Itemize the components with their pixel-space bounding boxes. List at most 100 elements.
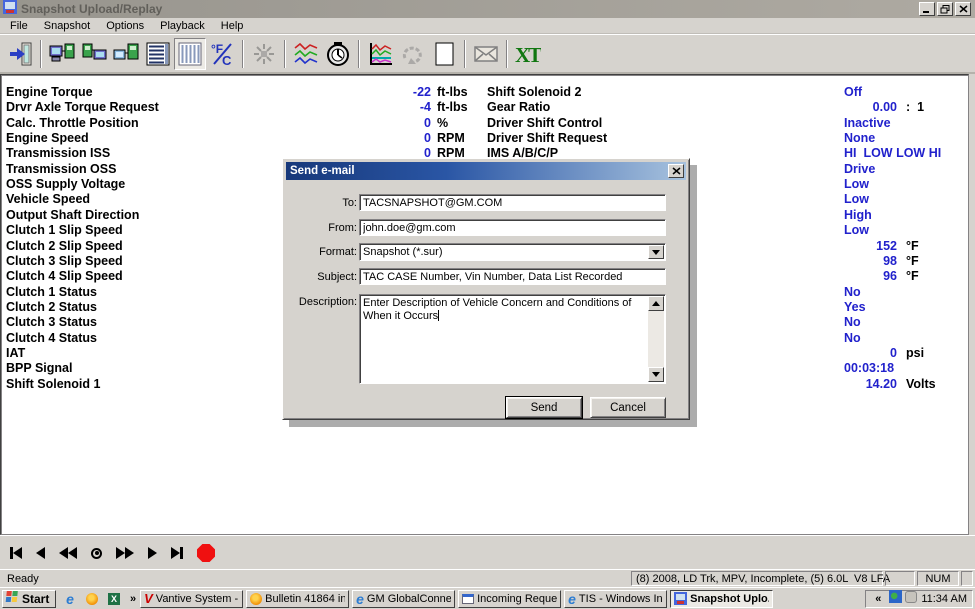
rewind-button[interactable] — [59, 547, 77, 559]
taskbar-button-label: GM GlobalConnec... — [367, 593, 451, 605]
record-center-button[interactable] — [91, 548, 102, 559]
parameter-label: Calc. Throttle Position — [6, 116, 139, 130]
menu-file[interactable]: File — [2, 20, 36, 32]
excel-icon[interactable]: X — [106, 591, 122, 607]
stop-button[interactable] — [197, 544, 215, 562]
parameter-value: Yes — [844, 300, 866, 314]
lotus-notes-icon[interactable] — [84, 591, 100, 607]
scroll-down-icon[interactable] — [648, 367, 664, 382]
taskbar-button-label: Vantive System -... — [156, 593, 239, 605]
close-button[interactable] — [955, 2, 971, 16]
taskbar-button[interactable]: Bulletin 41864 in ... — [246, 590, 349, 608]
taskbar-button[interactable]: Snapshot Uplo... — [670, 590, 773, 608]
parameter-unit: : 1 — [906, 100, 924, 114]
download-snapshot-icon[interactable] — [110, 38, 142, 70]
email-icon[interactable] — [470, 38, 502, 70]
data-row: Engine Speed0RPMDriver Shift RequestNone — [1, 131, 966, 146]
blank-page-icon[interactable] — [428, 38, 460, 70]
taskbar-button-label: Snapshot Uplo... — [690, 593, 769, 605]
snapshot-app-icon — [674, 592, 687, 605]
parameter-label: Drvr Axle Torque Request — [6, 100, 159, 114]
description-field[interactable]: Enter Description of Vehicle Concern and… — [359, 294, 666, 384]
parameter-label: Clutch 2 Slip Speed — [6, 239, 123, 253]
parameter-label: Transmission ISS — [6, 146, 110, 160]
tools-icon[interactable]: XT — [512, 38, 544, 70]
from-field[interactable] — [359, 219, 666, 236]
parameter-label: BPP Signal — [6, 361, 72, 375]
step-back-button[interactable] — [36, 547, 45, 559]
format-dropdown[interactable]: Snapshot (*.sur) — [359, 243, 666, 261]
text-caret — [438, 310, 439, 321]
line-graph-icon[interactable] — [290, 38, 322, 70]
parameter-label: Engine Torque — [6, 85, 93, 99]
playback-bar: Transmission Data Center Trigger Range (… — [0, 535, 975, 569]
app-titlebar[interactable]: Snapshot Upload/Replay — [0, 0, 975, 18]
taskbar-button-label: TIS - Windows In... — [579, 593, 663, 605]
dialog-close-button[interactable] — [668, 164, 684, 178]
skip-start-button[interactable] — [10, 547, 22, 559]
tray-clock: 11:34 AM — [921, 593, 967, 605]
fast-forward-button[interactable] — [116, 547, 134, 559]
step-forward-button[interactable] — [148, 547, 157, 559]
parameter-unit: °F — [906, 254, 919, 268]
subject-field[interactable] — [359, 268, 666, 285]
taskbar-button-label: Incoming Reques... — [477, 593, 557, 605]
menu-options[interactable]: Options — [98, 20, 152, 32]
skip-end-button[interactable] — [171, 547, 183, 559]
data-row: Engine Torque-22ft-lbsShift Solenoid 2Of… — [1, 85, 966, 100]
parameter-label: IAT — [6, 346, 25, 360]
parameter-value: 0 — [844, 346, 897, 360]
cancel-button[interactable]: Cancel — [590, 397, 666, 418]
dropdown-arrow-icon[interactable] — [648, 245, 664, 259]
status-pane-blank2 — [961, 571, 973, 586]
send-button[interactable]: Send — [506, 397, 582, 418]
transfer-snapshot-icon[interactable] — [78, 38, 110, 70]
parameter-value: Drive — [844, 162, 875, 176]
scroll-up-icon[interactable] — [648, 296, 664, 311]
menu-playback[interactable]: Playback — [152, 20, 213, 32]
taskbar-button[interactable]: Incoming Reques... — [458, 590, 561, 608]
vantive-icon: V — [144, 591, 153, 606]
to-field[interactable] — [359, 194, 666, 211]
taskbar-button[interactable]: eGM GlobalConnec... — [352, 590, 455, 608]
menu-bar: FileSnapshotOptionsPlaybackHelp — [0, 18, 975, 34]
playback-buttons — [10, 544, 215, 562]
system-tray: « 11:34 AM — [865, 590, 973, 608]
send-email-dialog: Send e-mail To: From: Format: Snapshot (… — [282, 158, 690, 420]
minimize-button[interactable] — [919, 2, 935, 16]
parameter-value: -4 — [346, 100, 431, 114]
internet-explorer-icon: e — [356, 592, 364, 606]
data-list-columns-icon[interactable] — [174, 38, 206, 70]
quick-launch-overflow[interactable]: » — [126, 593, 140, 605]
parameter-label: Vehicle Speed — [6, 192, 90, 206]
menu-help[interactable]: Help — [213, 20, 252, 32]
parameter-label: Clutch 2 Status — [6, 300, 97, 314]
restore-button[interactable] — [937, 2, 953, 16]
parameter-value: 98 — [844, 254, 897, 268]
parameter-value: 14.20 — [844, 377, 897, 391]
svg-text:XT: XT — [515, 43, 541, 67]
internet-explorer-icon[interactable]: e — [62, 591, 78, 607]
gauge-icon[interactable] — [322, 38, 354, 70]
parameter-value: No — [844, 285, 861, 299]
data-list-rows-icon[interactable] — [142, 38, 174, 70]
status-vehicle-info: (8) 2008, LD Trk, MPV, Incomplete, (5) 6… — [631, 571, 883, 586]
exit-icon[interactable] — [4, 38, 36, 70]
start-button[interactable]: Start — [2, 590, 56, 608]
parameter-label: Driver Shift Request — [487, 131, 607, 145]
multi-graph-icon[interactable] — [364, 38, 396, 70]
taskbar-button[interactable]: VVantive System -... — [140, 590, 243, 608]
menu-snapshot[interactable]: Snapshot — [36, 20, 98, 32]
upload-snapshot-icon[interactable] — [46, 38, 78, 70]
taskbar-button[interactable]: eTIS - Windows In... — [564, 590, 667, 608]
parameter-label: OSS Supply Voltage — [6, 177, 125, 191]
description-text: Enter Description of Vehicle Concern and… — [363, 297, 631, 322]
quick-launch: eX — [62, 591, 122, 607]
fahrenheit-celsius-icon[interactable]: °FC — [206, 38, 238, 70]
parameter-value: 00:03:18 — [844, 361, 894, 375]
data-row: Drvr Axle Torque Request-4ft-lbsGear Rat… — [1, 100, 966, 115]
description-scrollbar[interactable] — [648, 296, 664, 382]
parameter-value: 0.00 — [844, 100, 897, 114]
dialog-titlebar[interactable]: Send e-mail — [286, 162, 686, 180]
tray-chevron[interactable]: « — [871, 593, 885, 605]
